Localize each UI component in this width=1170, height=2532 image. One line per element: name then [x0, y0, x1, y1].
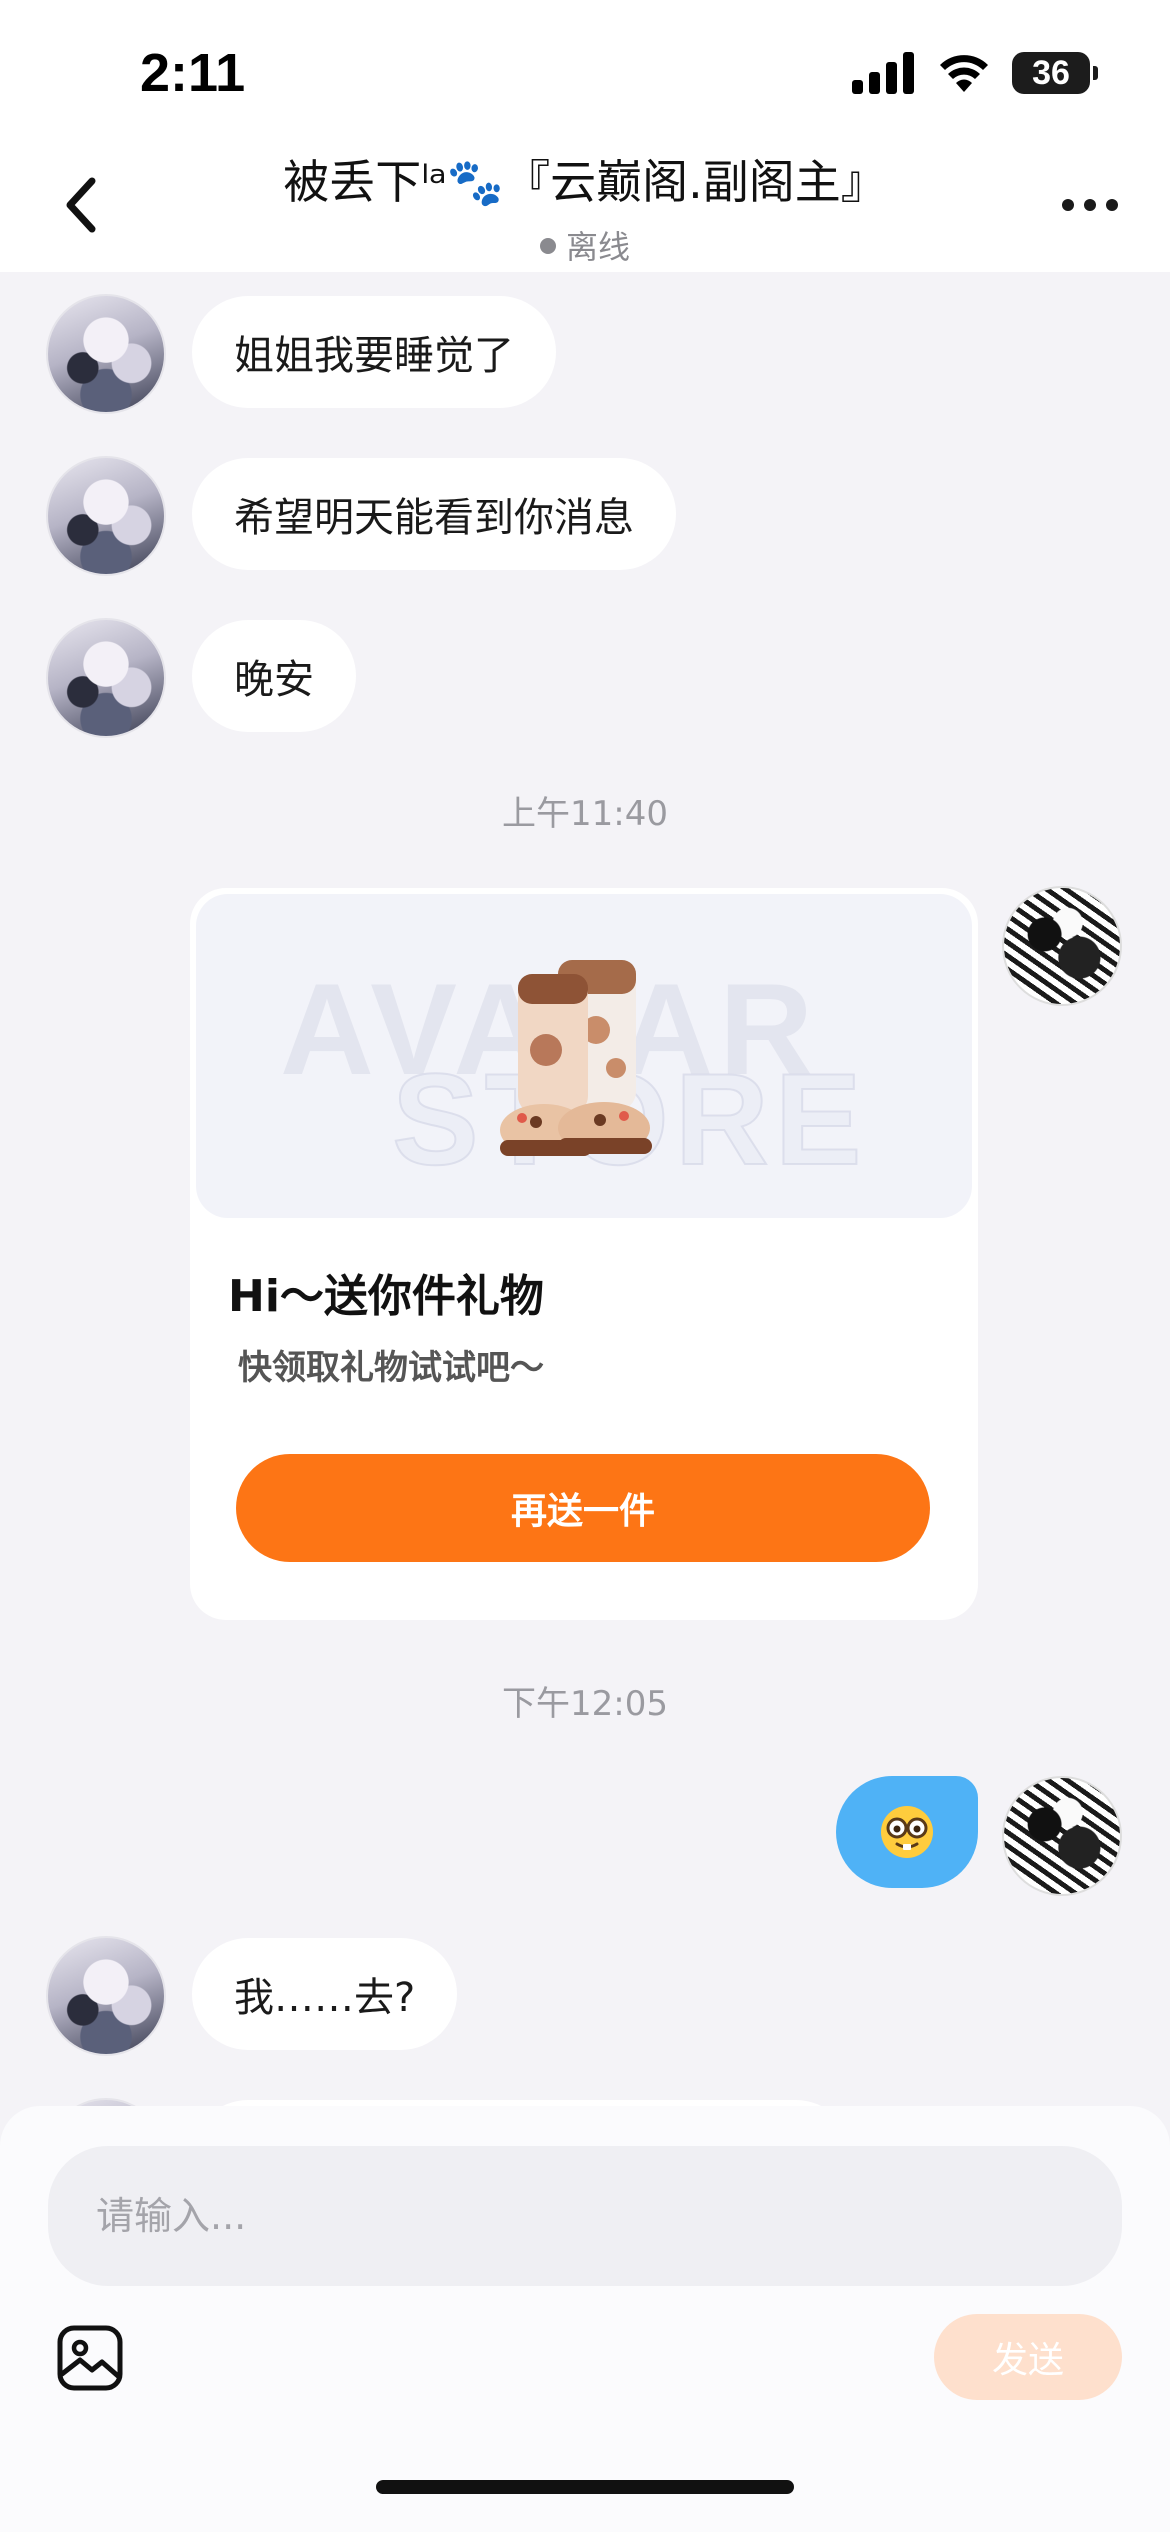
gift-title: Hi～送你件礼物 [228, 1271, 544, 1322]
contact-avatar[interactable] [46, 618, 166, 738]
status-text: 离线 [565, 228, 630, 266]
message-bubble[interactable]: 希望明天能看到你消息 [192, 458, 676, 570]
emoji-message-bubble[interactable] [836, 1776, 978, 1888]
status-bar: 2:11 36 [0, 0, 1170, 140]
contact-avatar[interactable] [46, 456, 166, 576]
chat-header: 被丢下ˡᵃ🐾『云巅阁.副阁主』 离线 [0, 140, 1170, 272]
image-picker-button[interactable] [56, 2324, 124, 2392]
gift-subtitle: 快领取礼物试试吧～ [238, 1348, 544, 1388]
message-input[interactable] [48, 2146, 1122, 2286]
message-timestamp: 上午11:40 [502, 794, 668, 834]
contact-avatar[interactable] [46, 1936, 166, 2056]
battery-level: 36 [1032, 53, 1070, 92]
home-indicator [376, 2480, 794, 2494]
contact-avatar[interactable] [46, 294, 166, 414]
my-avatar[interactable] [1002, 886, 1122, 1006]
send-another-gift-button[interactable]: 再送一件 [236, 1454, 930, 1562]
more-dot-icon [1106, 199, 1118, 211]
message-timestamp: 下午12:05 [502, 1684, 668, 1724]
my-avatar[interactable] [1002, 1776, 1122, 1896]
gift-image: AVATAR STORE [196, 894, 972, 1218]
status-dot [539, 238, 556, 254]
cellular-signal-icon [852, 52, 914, 94]
gift-card[interactable]: AVATAR STORE [190, 888, 978, 1620]
chat-title: 被丢下ˡᵃ🐾『云巅阁.副阁主』 [283, 155, 887, 209]
online-status: 离线 [0, 222, 1170, 268]
message-bubble[interactable]: 我……去? [192, 1938, 458, 2050]
send-button[interactable]: 发送 [934, 2314, 1122, 2400]
composer-panel: 发送 [0, 2106, 1170, 2532]
wifi-icon [940, 55, 988, 92]
image-icon [57, 2325, 123, 2391]
nerd-face-emoji-icon [881, 1806, 933, 1858]
more-dot-icon [1084, 199, 1096, 211]
more-dot-icon [1062, 199, 1074, 211]
more-options-button[interactable] [1050, 180, 1130, 230]
status-icons: 36 [852, 52, 1098, 94]
status-time: 2:11 [140, 43, 246, 103]
message-bubble[interactable]: 姐姐我要睡觉了 [192, 296, 556, 408]
battery-icon: 36 [1012, 52, 1098, 94]
boots-icon [500, 960, 652, 1156]
message-bubble[interactable]: 晚安 [192, 620, 356, 732]
